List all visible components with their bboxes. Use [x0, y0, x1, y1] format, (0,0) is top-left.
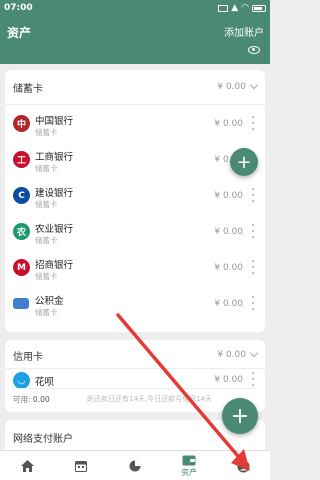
account-name: 农业银行: [35, 224, 74, 235]
chevron-down-icon: [249, 80, 259, 90]
account-row-abc[interactable]: 农 农业银行 储蓄卡 ¥ 0.00: [5, 214, 265, 250]
debit-section-header[interactable]: 储蓄卡 ¥ 0.00: [13, 72, 259, 102]
page-title: 资产: [7, 26, 32, 40]
account-amount: ¥ 0.00: [214, 263, 243, 273]
account-name: 建设银行: [35, 188, 74, 199]
signal-icon: ▲: [231, 3, 239, 13]
account-type: 储蓄卡: [35, 236, 58, 245]
account-type: 储蓄卡: [35, 164, 58, 173]
account-amount: ¥ 0.00: [214, 227, 243, 237]
account-amount: ¥ 0.00: [214, 119, 243, 129]
debit-section-amount: ¥ 0.00: [217, 82, 246, 92]
status-time: 07:00: [4, 3, 33, 13]
bottom-tab-bar: 资产: [0, 450, 270, 480]
credit-available-value: 0.00: [32, 395, 50, 404]
more-icon[interactable]: [251, 116, 255, 130]
wallet-icon: [182, 455, 196, 465]
more-icon[interactable]: [251, 296, 255, 310]
app-header: 资产 添加账户: [0, 16, 270, 64]
eye-icon[interactable]: [248, 46, 260, 54]
credit-usage-bar: [13, 388, 257, 389]
tab-profile[interactable]: [216, 451, 270, 480]
network-section-title: 网络支付账户: [13, 433, 73, 445]
account-type: 储蓄卡: [35, 272, 58, 281]
credit-section-amount: ¥ 0.00: [217, 350, 246, 360]
network-section-header[interactable]: 网络支付账户: [13, 422, 257, 452]
credit-card-section: 信用卡 ¥ 0.00 ◡ 花呗 ¥ 0.00 可用: 0.00 距还款日还有14…: [5, 340, 265, 412]
fund-card-icon: [13, 298, 29, 309]
status-icons: ▲ ◠: [218, 3, 266, 13]
account-name: 公积金: [35, 296, 64, 307]
more-icon[interactable]: [251, 372, 255, 386]
sim-icon: [218, 4, 229, 12]
account-name: 招商银行: [35, 260, 74, 271]
huabei-icon: ◡: [13, 372, 30, 389]
profile-icon: [237, 460, 249, 472]
more-icon[interactable]: [251, 260, 255, 274]
add-account-fab-small[interactable]: +: [230, 148, 258, 176]
credit-section-header[interactable]: 信用卡 ¥ 0.00: [13, 340, 259, 370]
pie-chart-icon: [129, 460, 141, 472]
account-row-boc[interactable]: 中 中国银行 储蓄卡 ¥ 0.00: [5, 106, 265, 142]
add-fab[interactable]: +: [222, 398, 258, 434]
tab-assets[interactable]: 资产: [162, 451, 216, 480]
account-row-icbc[interactable]: 工 工商银行 储蓄卡 ¥ 0.00: [5, 142, 265, 178]
debit-card-section: 储蓄卡 ¥ 0.00 中 中国银行 储蓄卡 ¥ 0.00 工 工商银行 储蓄卡 …: [5, 70, 265, 332]
add-account-button[interactable]: 添加账户: [224, 24, 264, 39]
account-amount: ¥ 0.00: [214, 299, 243, 309]
account-type: 储蓄卡: [35, 308, 58, 317]
credit-section-title: 信用卡: [13, 351, 43, 363]
tab-stats[interactable]: [108, 451, 162, 480]
account-type: 储蓄卡: [35, 200, 58, 209]
cmb-icon: M: [13, 259, 30, 276]
calendar-icon: [75, 461, 87, 472]
account-amount: ¥ 0.00: [214, 191, 243, 201]
account-type: 储蓄卡: [35, 128, 58, 137]
tab-assets-label: 资产: [181, 467, 197, 477]
status-bar: 07:00 ▲ ◠: [0, 0, 270, 16]
account-row-cmb[interactable]: M 招商银行 储蓄卡 ¥ 0.00: [5, 250, 265, 286]
account-name: 中国银行: [35, 116, 74, 127]
chevron-down-icon: [249, 348, 259, 358]
credit-available: 可用: 0.00: [13, 394, 50, 405]
account-name: 花呗: [35, 377, 55, 388]
tab-home[interactable]: [0, 451, 54, 480]
boc-icon: 中: [13, 115, 30, 132]
credit-available-label: 可用:: [13, 395, 31, 404]
icbc-icon: 工: [13, 151, 30, 168]
debit-section-title: 储蓄卡: [13, 83, 43, 95]
more-icon[interactable]: [251, 224, 255, 238]
account-name: 工商银行: [35, 152, 74, 163]
account-amount: ¥ 0.00: [214, 375, 243, 385]
battery-icon: [252, 4, 266, 12]
abc-icon: 农: [13, 223, 30, 240]
home-icon: [20, 460, 34, 472]
ccb-icon: C: [13, 187, 30, 204]
more-icon[interactable]: [251, 188, 255, 202]
account-row-ccb[interactable]: C 建设银行 储蓄卡 ¥ 0.00: [5, 178, 265, 214]
account-row-huabei[interactable]: ◡ 花呗 ¥ 0.00: [5, 368, 265, 390]
divider: [5, 104, 265, 105]
account-row-fund[interactable]: 公积金 储蓄卡 ¥ 0.00: [5, 286, 265, 322]
wifi-icon: ◠: [241, 3, 249, 13]
tab-calendar[interactable]: [54, 451, 108, 480]
